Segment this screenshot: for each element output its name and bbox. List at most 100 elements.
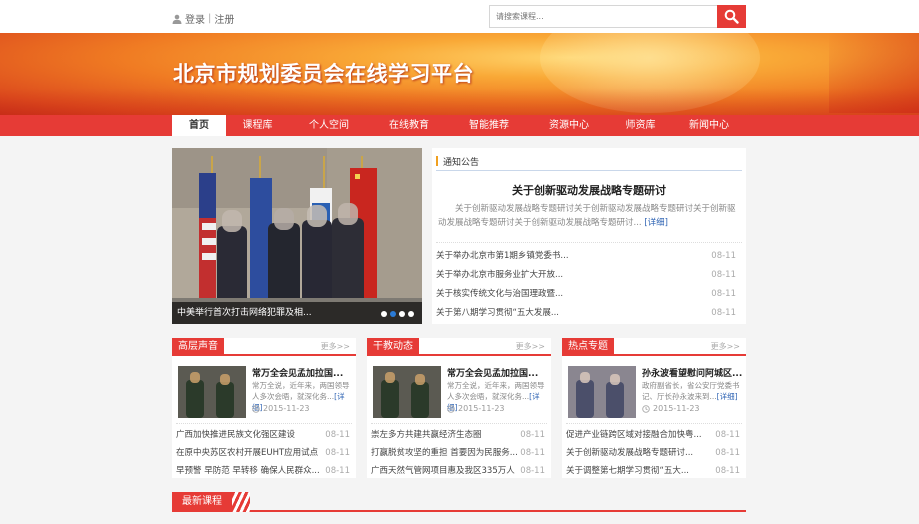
nav-item[interactable]: 新闻中心 — [672, 115, 746, 136]
box-item-title[interactable]: 在原中央苏区农村开展EUHT应用试点 — [176, 444, 318, 462]
box-list-item[interactable]: 关于创新驱动发展战略专题研讨... 08-11 — [566, 444, 742, 462]
box-list-item[interactable]: 打赢脱贫攻坚的重担 首要因为民服务... 08-11 — [371, 444, 547, 462]
box-date-text: 2015-11-23 — [458, 404, 505, 413]
slider-dot[interactable] — [390, 311, 396, 317]
slider-photo — [172, 148, 422, 324]
box-header: 热点专题 更多>> — [562, 338, 746, 356]
nav-item[interactable]: 在线教育 — [369, 115, 449, 136]
box-heading: 高层声音 — [172, 338, 224, 356]
box-title[interactable]: 常万全会见孟加拉国... — [447, 366, 547, 379]
notice-list-item[interactable]: 关于核实传统文化与治国理政暨... 08-11 — [436, 285, 742, 304]
box-list-item[interactable]: 在原中央苏区农村开展EUHT应用试点 08-11 — [176, 444, 352, 462]
nav-item[interactable]: 个人空间 — [289, 115, 369, 136]
box-title[interactable]: 常万全会见孟加拉国... — [252, 366, 352, 379]
notice-panel: 通知公告 关于创新驱动发展战略专题研讨 关于创新驱动发展战略专题研讨关于创新驱动… — [432, 148, 746, 324]
box-item-date: 08-11 — [325, 448, 350, 458]
notice-list-item[interactable]: 关于举办北京市第1期乡镇党委书... 08-11 — [436, 247, 742, 266]
box-date: 2015-11-23 — [447, 404, 505, 413]
nav-item[interactable]: 资源中心 — [529, 115, 609, 136]
box-more-link[interactable]: 更多>> — [321, 341, 350, 352]
banner-wave — [0, 88, 919, 115]
box-list-item[interactable]: 早预警 早防范 早转移 确保人民群众... 08-11 — [176, 462, 352, 480]
nav-item[interactable]: 智能推荐 — [449, 115, 529, 136]
box-desc: 政府副省长，省公安厅党委书记、厅长孙永波来到...[详细] — [642, 380, 742, 402]
box-header: 高层声音 更多>> — [172, 338, 356, 356]
search-button[interactable] — [717, 5, 746, 28]
box-item-title[interactable]: 广西加快推进民族文化强区建设 — [176, 426, 295, 444]
search-input[interactable] — [489, 5, 717, 28]
box-item-date: 08-11 — [325, 430, 350, 440]
slider-dot[interactable] — [408, 311, 414, 317]
slider-dot[interactable] — [381, 311, 387, 317]
box-list: 崇左多方共建共赢经济生态圈 08-11 打赢脱贫攻坚的重担 首要因为民服务... 08… — [371, 423, 547, 480]
box-item-date: 08-11 — [325, 466, 350, 476]
latest-courses-header: 最新课程 — [172, 492, 746, 512]
notice-detail-link[interactable]: [详细] — [644, 218, 668, 228]
notice-title[interactable]: 关于创新驱动发展战略专题研讨 — [432, 182, 746, 198]
box-item-title[interactable]: 打赢脱贫攻坚的重担 首要因为民服务... — [371, 444, 518, 462]
notice-item-date: 08-11 — [711, 251, 736, 261]
slider-dots — [381, 311, 414, 317]
notice-divider — [436, 242, 742, 243]
box-list-item[interactable]: 崇左多方共建共赢经济生态圈 08-11 — [371, 426, 547, 444]
nav-list: 首页 课程库 个人空间 在线教育 智能推荐 资源中心 师资库 新闻中心 — [172, 115, 746, 136]
nav-item[interactable]: 师资库 — [609, 115, 672, 136]
box-item-title[interactable]: 关于创新驱动发展战略专题研讨... — [566, 444, 693, 462]
notice-item-date: 08-11 — [711, 308, 736, 318]
news-slider[interactable]: 中美举行首次打击网络犯罪及相... — [172, 148, 422, 324]
box-item-title[interactable]: 促进产业链跨区域对接融合加快粤... — [566, 426, 702, 444]
box-header: 干教动态 更多>> — [367, 338, 551, 356]
notice-item-date: 08-11 — [711, 270, 736, 280]
box-heading: 干教动态 — [367, 338, 419, 356]
notice-item-title[interactable]: 关于举办北京市服务业扩大开放... — [436, 266, 563, 285]
notice-desc-text: 关于创新驱动发展战略专题研讨关于创新驱动发展战略专题研讨关于创新驱动发展战略专题… — [438, 204, 736, 228]
login-area: 登录 | 注册 — [172, 11, 234, 26]
box-list-item[interactable]: 广西天然气管网项目惠及我区335万人 08-11 — [371, 462, 547, 480]
site-title: 北京市规划委员会在线学习平台 — [173, 62, 474, 86]
box-item-title[interactable]: 崇左多方共建共赢经济生态圈 — [371, 426, 482, 444]
box-more-link[interactable]: 更多>> — [711, 341, 740, 352]
box-date-text: 2015-11-23 — [263, 404, 310, 413]
content-box: 干教动态 更多>> 常万全会见孟加拉国... 常万全说，近年来，两国领导人多次会晤，就… — [367, 338, 551, 478]
box-thumbnail[interactable] — [373, 366, 441, 418]
notice-item-title[interactable]: 关于第八期学习贯彻“五大发展... — [436, 304, 559, 323]
notice-header: 通知公告 — [436, 154, 742, 171]
box-item-date: 08-11 — [520, 448, 545, 458]
box-list: 广西加快推进民族文化强区建设 08-11 在原中央苏区农村开展EUHT应用试点 08-… — [176, 423, 352, 480]
box-date: 2015-11-23 — [252, 404, 310, 413]
box-list-item[interactable]: 促进产业链跨区域对接融合加快粤... 08-11 — [566, 426, 742, 444]
box-item-date: 08-11 — [715, 466, 740, 476]
box-date: 2015-11-23 — [642, 404, 700, 413]
notice-item-date: 08-11 — [711, 289, 736, 299]
banner-flag — [829, 33, 919, 113]
top-bar: 登录 | 注册 — [0, 0, 919, 33]
register-link[interactable]: 注册 — [214, 11, 234, 26]
content-box: 高层声音 更多>> 常万全会见孟加拉国... 常万全说，近年来，两国领导人多次会晤，就… — [172, 338, 356, 478]
box-list-item[interactable]: 关于调整第七期学习贯彻“五大... 08-11 — [566, 462, 742, 480]
notice-list-item[interactable]: 关于举办北京市服务业扩大开放... 08-11 — [436, 266, 742, 285]
content-box: 热点专题 更多>> 孙永波看望慰问阿城区... 政府副省长，省公安厅党委书记、厅长孙永… — [562, 338, 746, 478]
notice-heading: 通知公告 — [443, 158, 480, 168]
box-detail-link[interactable]: [详细] — [717, 392, 738, 401]
login-link[interactable]: 登录 — [185, 11, 205, 26]
box-thumbnail[interactable] — [568, 366, 636, 418]
slider-dot[interactable] — [399, 311, 405, 317]
search-box — [489, 5, 746, 28]
notice-item-title[interactable]: 关于举办北京市第1期乡镇党委书... — [436, 247, 569, 266]
notice-item-title[interactable]: 关于核实传统文化与治国理政暨... — [436, 285, 563, 304]
box-thumbnail[interactable] — [178, 366, 246, 418]
heading-stripes — [232, 492, 250, 512]
nav-item[interactable]: 课程库 — [226, 115, 289, 136]
nav-item[interactable]: 首页 — [172, 115, 226, 136]
box-list-item[interactable]: 广西加快推进民族文化强区建设 08-11 — [176, 426, 352, 444]
notice-list-item[interactable]: 关于第八期学习贯彻“五大发展... 08-11 — [436, 304, 742, 323]
box-item-title[interactable]: 广西天然气管网项目惠及我区335万人 — [371, 462, 515, 480]
box-item-date: 08-11 — [520, 430, 545, 440]
box-item-date: 08-11 — [715, 430, 740, 440]
box-title[interactable]: 孙永波看望慰问阿城区... — [642, 366, 742, 379]
box-date-text: 2015-11-23 — [653, 404, 700, 413]
box-item-title[interactable]: 关于调整第七期学习贯彻“五大... — [566, 462, 689, 480]
box-more-link[interactable]: 更多>> — [516, 341, 545, 352]
user-icon — [172, 14, 182, 24]
box-item-title[interactable]: 早预警 早防范 早转移 确保人民群众... — [176, 462, 320, 480]
